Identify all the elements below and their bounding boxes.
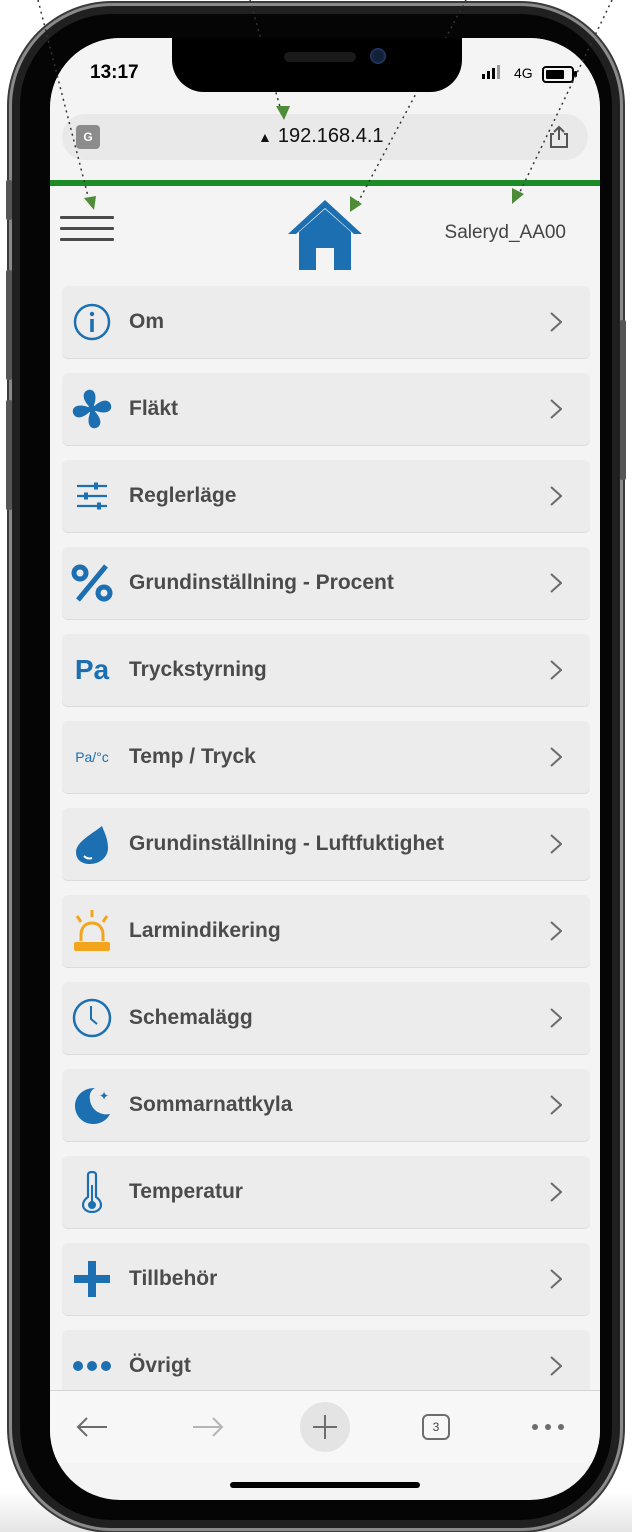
app-header: Saleryd_AA00	[50, 186, 600, 272]
earpiece-speaker	[284, 52, 356, 62]
menu-item-label: Larmindikering	[129, 919, 281, 942]
new-tab-button[interactable]	[300, 1402, 350, 1452]
more-dots-icon	[70, 1344, 114, 1388]
sliders-icon	[70, 474, 114, 518]
network-type: 4G	[514, 65, 533, 81]
menu-item-larmindikering[interactable]: Larmindikering	[62, 895, 590, 967]
arrow-left-icon	[76, 1417, 107, 1437]
menu-item-om[interactable]: Om	[62, 286, 590, 358]
chevron-right-icon	[550, 921, 562, 941]
tabs-button[interactable]: 3	[416, 1409, 456, 1445]
home-icon[interactable]	[284, 196, 366, 274]
water-drop-icon	[70, 822, 114, 866]
menu-item-flakt[interactable]: Fläkt	[62, 373, 590, 445]
chevron-right-icon	[550, 1008, 562, 1028]
chevron-right-icon	[550, 1182, 562, 1202]
pa-per-celsius-icon: Pa/°c	[70, 735, 114, 779]
chevron-right-icon	[550, 834, 562, 854]
menu-item-temp-tryck[interactable]: Pa/°c Temp / Tryck	[62, 721, 590, 793]
home-indicator[interactable]	[230, 1482, 420, 1488]
thermometer-icon	[70, 1170, 114, 1214]
mute-switch	[6, 180, 12, 220]
volume-down-button	[6, 400, 12, 510]
menu-toggle-button[interactable]	[60, 216, 114, 246]
menu-item-grundinstallning-procent[interactable]: Grundinställning - Procent	[62, 547, 590, 619]
pa-icon: Pa	[70, 648, 114, 692]
menu-item-sommarnattkyla[interactable]: ✦ Sommarnattkyla	[62, 1069, 590, 1141]
menu-item-label: Reglerläge	[129, 484, 237, 507]
signal-icon	[482, 65, 500, 79]
menu-item-label: Temperatur	[129, 1180, 243, 1203]
menu-item-tryckstyrning[interactable]: Pa Tryckstyrning	[62, 634, 590, 706]
chevron-right-icon	[550, 1356, 562, 1376]
chevron-right-icon	[550, 573, 562, 593]
battery-icon	[542, 66, 574, 83]
url-value: 192.168.4.1	[277, 125, 384, 147]
phone-screen: 13:17 4G G ▲ 192.168.4.1 Saleryd_AA00 Om…	[50, 38, 600, 1500]
notch	[172, 38, 462, 92]
menu-item-label: Tryckstyrning	[129, 658, 267, 681]
status-time: 13:17	[90, 62, 139, 83]
menu-item-label: Grundinställning - Procent	[129, 571, 394, 594]
alarm-light-icon	[70, 909, 114, 953]
main-menu: Om Fläkt Reglerläge Grundinställning - P…	[62, 286, 590, 1417]
share-icon[interactable]	[546, 124, 572, 150]
browser-toolbar: 3	[50, 1390, 600, 1463]
pa-per-celsius-icon-text: Pa/°c	[75, 749, 109, 765]
device-name: Saleryd_AA00	[444, 222, 566, 243]
plus-icon	[70, 1257, 114, 1301]
menu-item-reglerlage[interactable]: Reglerläge	[62, 460, 590, 532]
menu-item-label: Sommarnattkyla	[129, 1093, 293, 1116]
address-bar[interactable]: G ▲ 192.168.4.1	[62, 114, 588, 160]
pa-icon-text: Pa	[74, 654, 110, 685]
info-icon	[70, 300, 114, 344]
chevron-right-icon	[550, 1269, 562, 1289]
svg-text:✦: ✦	[99, 1089, 109, 1103]
menu-item-label: Grundinställning - Luftfuktighet	[129, 832, 444, 855]
tab-count: 3	[422, 1414, 450, 1440]
chevron-right-icon	[550, 660, 562, 680]
menu-item-grundinstallning-luftfuktighet[interactable]: Grundinställning - Luftfuktighet	[62, 808, 590, 880]
back-button[interactable]	[72, 1409, 112, 1445]
more-options-button[interactable]	[528, 1409, 568, 1445]
chevron-right-icon	[550, 747, 562, 767]
fan-icon	[70, 387, 114, 431]
front-camera	[370, 48, 386, 64]
menu-item-label: Schemalägg	[129, 1006, 253, 1029]
menu-item-temperatur[interactable]: Temperatur	[62, 1156, 590, 1228]
arrow-right-icon	[193, 1417, 224, 1437]
menu-item-tillbehor[interactable]: Tillbehör	[62, 1243, 590, 1315]
chevron-right-icon	[550, 1095, 562, 1115]
chevron-right-icon	[550, 399, 562, 419]
percent-icon	[70, 561, 114, 605]
menu-item-label: Om	[129, 310, 165, 333]
forward-button[interactable]	[188, 1409, 228, 1445]
more-horizontal-icon	[532, 1424, 564, 1430]
chevron-right-icon	[550, 486, 562, 506]
chevron-right-icon	[550, 312, 562, 332]
url-text[interactable]: ▲ 192.168.4.1	[258, 125, 384, 148]
battery-tip	[574, 71, 577, 77]
power-button	[620, 320, 626, 480]
menu-item-label: Temp / Tryck	[129, 745, 256, 768]
warning-icon: ▲	[258, 129, 272, 145]
menu-item-label: Tillbehör	[129, 1267, 218, 1290]
volume-up-button	[6, 270, 12, 380]
clock-icon	[70, 996, 114, 1040]
translate-icon[interactable]: G	[76, 125, 100, 149]
moon-icon: ✦	[70, 1083, 114, 1127]
plus-icon	[313, 1415, 337, 1439]
menu-item-label: Fläkt	[129, 397, 179, 420]
menu-item-schemalagg[interactable]: Schemalägg	[62, 982, 590, 1054]
